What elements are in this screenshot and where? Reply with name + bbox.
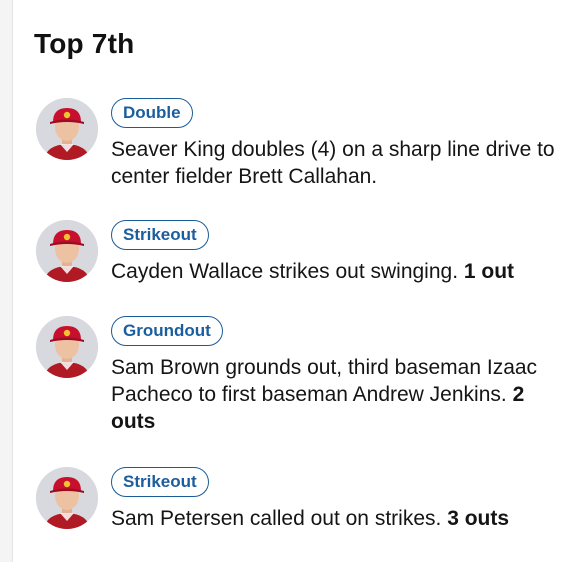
inning-title: Top 7th [34, 28, 135, 59]
play-description: Cayden Wallace strikes out swinging. 1 o… [111, 258, 571, 285]
play-description-text: Seaver King doubles (4) on a sharp line … [111, 138, 555, 188]
player-headshot-icon [36, 316, 98, 378]
player-headshot-icon [36, 98, 98, 160]
player-avatar[interactable] [36, 220, 98, 282]
play-description: Sam Brown grounds out, third baseman Iza… [111, 354, 571, 435]
player-headshot-icon [36, 467, 98, 529]
player-avatar[interactable] [36, 316, 98, 378]
outs-count: 3 outs [447, 507, 510, 530]
play-by-play-panel: Top 7th Double Seaver King doubles (4) o… [12, 0, 577, 562]
play-description-text: Cayden Wallace strikes out swinging. [111, 260, 459, 283]
player-avatar[interactable] [36, 467, 98, 529]
play-result-badge: Strikeout [111, 467, 209, 497]
play-description-text: Sam Brown grounds out, third baseman Iza… [111, 356, 538, 406]
play-result-badge: Strikeout [111, 220, 209, 250]
play-description: Seaver King doubles (4) on a sharp line … [111, 136, 571, 190]
player-headshot-icon [36, 220, 98, 282]
outs-count: 1 out [463, 260, 515, 283]
player-avatar[interactable] [36, 98, 98, 160]
play-result-badge: Groundout [111, 316, 223, 346]
play-description-text: Sam Petersen called out on strikes. [111, 507, 442, 530]
play-result-badge: Double [111, 98, 193, 128]
play-description: Sam Petersen called out on strikes. 3 ou… [111, 505, 571, 532]
